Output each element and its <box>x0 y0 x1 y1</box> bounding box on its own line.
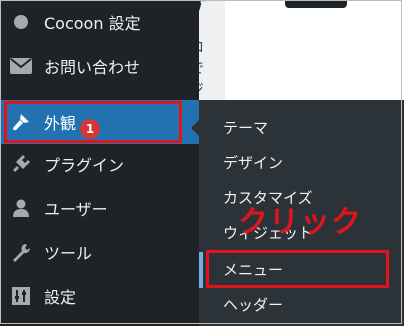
image-border <box>0 0 402 324</box>
